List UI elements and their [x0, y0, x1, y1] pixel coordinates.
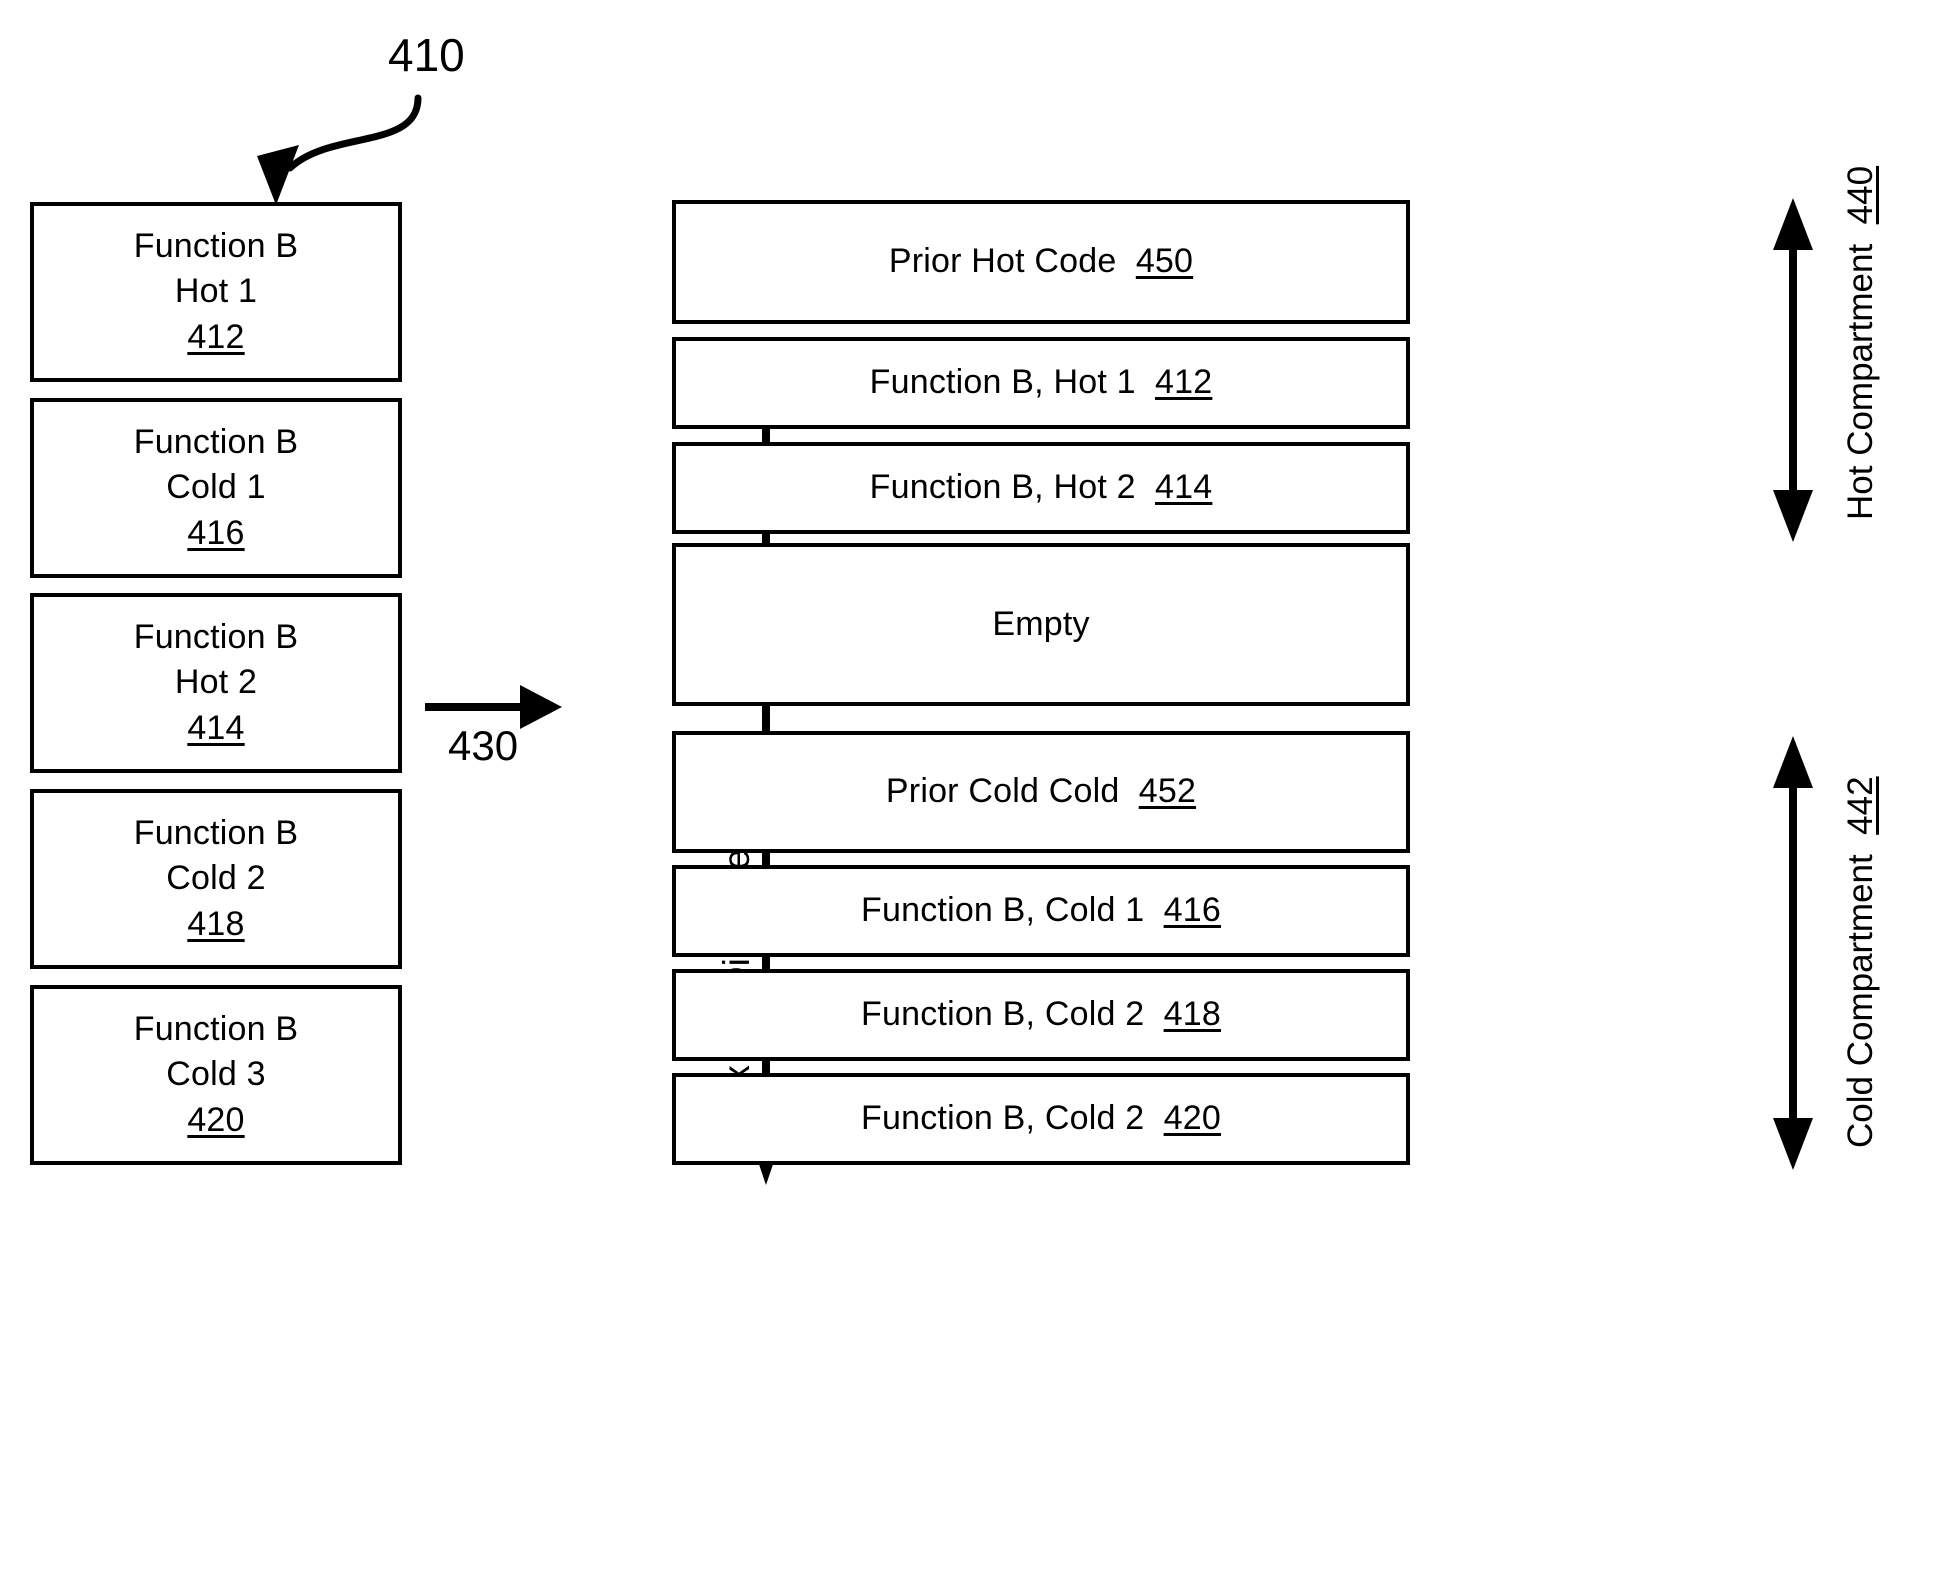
right-box-function-b-cold-3-ref: 420	[1163, 1099, 1221, 1138]
left-box-416-line2: Cold 1	[166, 468, 266, 507]
right-box-function-b-hot-2[interactable]: Function B, Hot 2 414	[672, 442, 1410, 534]
left-box-420-line2: Cold 3	[166, 1055, 266, 1094]
right-box-function-b-cold-2-text: Function B, Cold 2	[861, 995, 1145, 1034]
right-box-function-b-cold-2[interactable]: Function B, Cold 2 418	[672, 969, 1410, 1061]
left-box-418-ref: 418	[187, 904, 245, 943]
left-box-412-line2: Hot 1	[174, 272, 258, 311]
left-box-416-line1: Function B	[133, 422, 299, 461]
right-box-function-b-cold-3[interactable]: Function B, Cold 2 420	[672, 1073, 1410, 1165]
left-box-414[interactable]: Function B Hot 2 414	[30, 593, 402, 773]
right-box-function-b-hot-2-content: Function B, Hot 2 414	[870, 465, 1213, 511]
cold-compartment-label: Cold Compartment 442	[1841, 776, 1880, 1148]
left-box-416[interactable]: Function B Cold 1 416	[30, 398, 402, 578]
right-box-function-b-cold-1-ref: 416	[1163, 891, 1221, 930]
right-box-prior-hot-code[interactable]: Prior Hot Code 450	[672, 200, 1410, 324]
left-box-412-line1: Function B	[133, 226, 299, 265]
cold-compartment-ref: 442	[1841, 776, 1880, 835]
figure-canvas: 410 Function B Hot 1 412 Function B Cold…	[0, 0, 1952, 1578]
right-box-prior-cold-code[interactable]: Prior Cold Cold 452	[672, 731, 1410, 853]
right-box-function-b-hot-1-content: Function B, Hot 1 412	[870, 360, 1213, 406]
right-box-prior-hot-code-content: Prior Hot Code 450	[889, 239, 1193, 285]
right-box-function-b-hot-1-text: Function B, Hot 1	[869, 363, 1136, 402]
right-box-function-b-cold-1[interactable]: Function B, Cold 1 416	[672, 865, 1410, 957]
right-box-prior-cold-code-text: Prior Cold Cold	[885, 772, 1120, 811]
left-box-420[interactable]: Function B Cold 3 420	[30, 985, 402, 1165]
right-box-function-b-cold-3-text: Function B, Cold 2	[861, 1099, 1145, 1138]
right-box-empty-content: Empty	[992, 602, 1089, 648]
right-box-function-b-hot-2-text: Function B, Hot 2	[869, 468, 1136, 507]
right-box-function-b-cold-3-content: Function B, Cold 2 420	[861, 1096, 1221, 1142]
right-box-prior-cold-code-content: Prior Cold Cold 452	[886, 769, 1196, 815]
right-box-function-b-cold-1-content: Function B, Cold 1 416	[861, 888, 1221, 934]
right-box-prior-hot-code-ref: 450	[1135, 242, 1194, 281]
left-box-418-line1: Function B	[133, 813, 299, 852]
left-box-414-line1: Function B	[133, 617, 299, 656]
left-box-416-ref: 416	[187, 513, 245, 552]
left-box-414-ref: 414	[187, 708, 245, 747]
right-box-function-b-hot-2-ref: 414	[1155, 468, 1213, 507]
right-box-function-b-cold-2-ref: 418	[1163, 995, 1221, 1034]
left-box-420-ref: 420	[187, 1100, 245, 1139]
hot-compartment-text: Hot Compartment	[1841, 243, 1880, 520]
left-box-420-line1: Function B	[133, 1009, 299, 1048]
right-box-empty[interactable]: Empty	[672, 543, 1410, 706]
left-box-412[interactable]: Function B Hot 1 412	[30, 202, 402, 382]
callout-410-label: 410	[388, 29, 465, 81]
right-box-function-b-hot-1-ref: 412	[1155, 363, 1213, 402]
left-box-418-line2: Cold 2	[166, 859, 266, 898]
right-box-prior-hot-code-text: Prior Hot Code	[888, 242, 1117, 281]
callout-410-leader	[257, 94, 422, 205]
left-box-412-ref: 412	[187, 317, 245, 356]
hot-compartment-ref: 440	[1841, 165, 1880, 225]
hot-compartment-arrow	[1773, 198, 1813, 542]
cold-compartment-arrow	[1773, 736, 1813, 1170]
left-box-414-line2: Hot 2	[174, 663, 258, 702]
left-box-418[interactable]: Function B Cold 2 418	[30, 789, 402, 969]
right-box-empty-text: Empty	[992, 604, 1090, 643]
cold-compartment-text: Cold Compartment	[1841, 854, 1880, 1148]
hot-compartment-label: Hot Compartment 440	[1841, 165, 1880, 520]
right-box-function-b-cold-1-text: Function B, Cold 1	[861, 891, 1145, 930]
right-box-function-b-hot-1[interactable]: Function B, Hot 1 412	[672, 337, 1410, 429]
right-box-prior-cold-code-ref: 452	[1138, 772, 1197, 811]
transform-arrow-430-label: 430	[448, 722, 519, 769]
right-box-function-b-cold-2-content: Function B, Cold 2 418	[861, 992, 1221, 1038]
